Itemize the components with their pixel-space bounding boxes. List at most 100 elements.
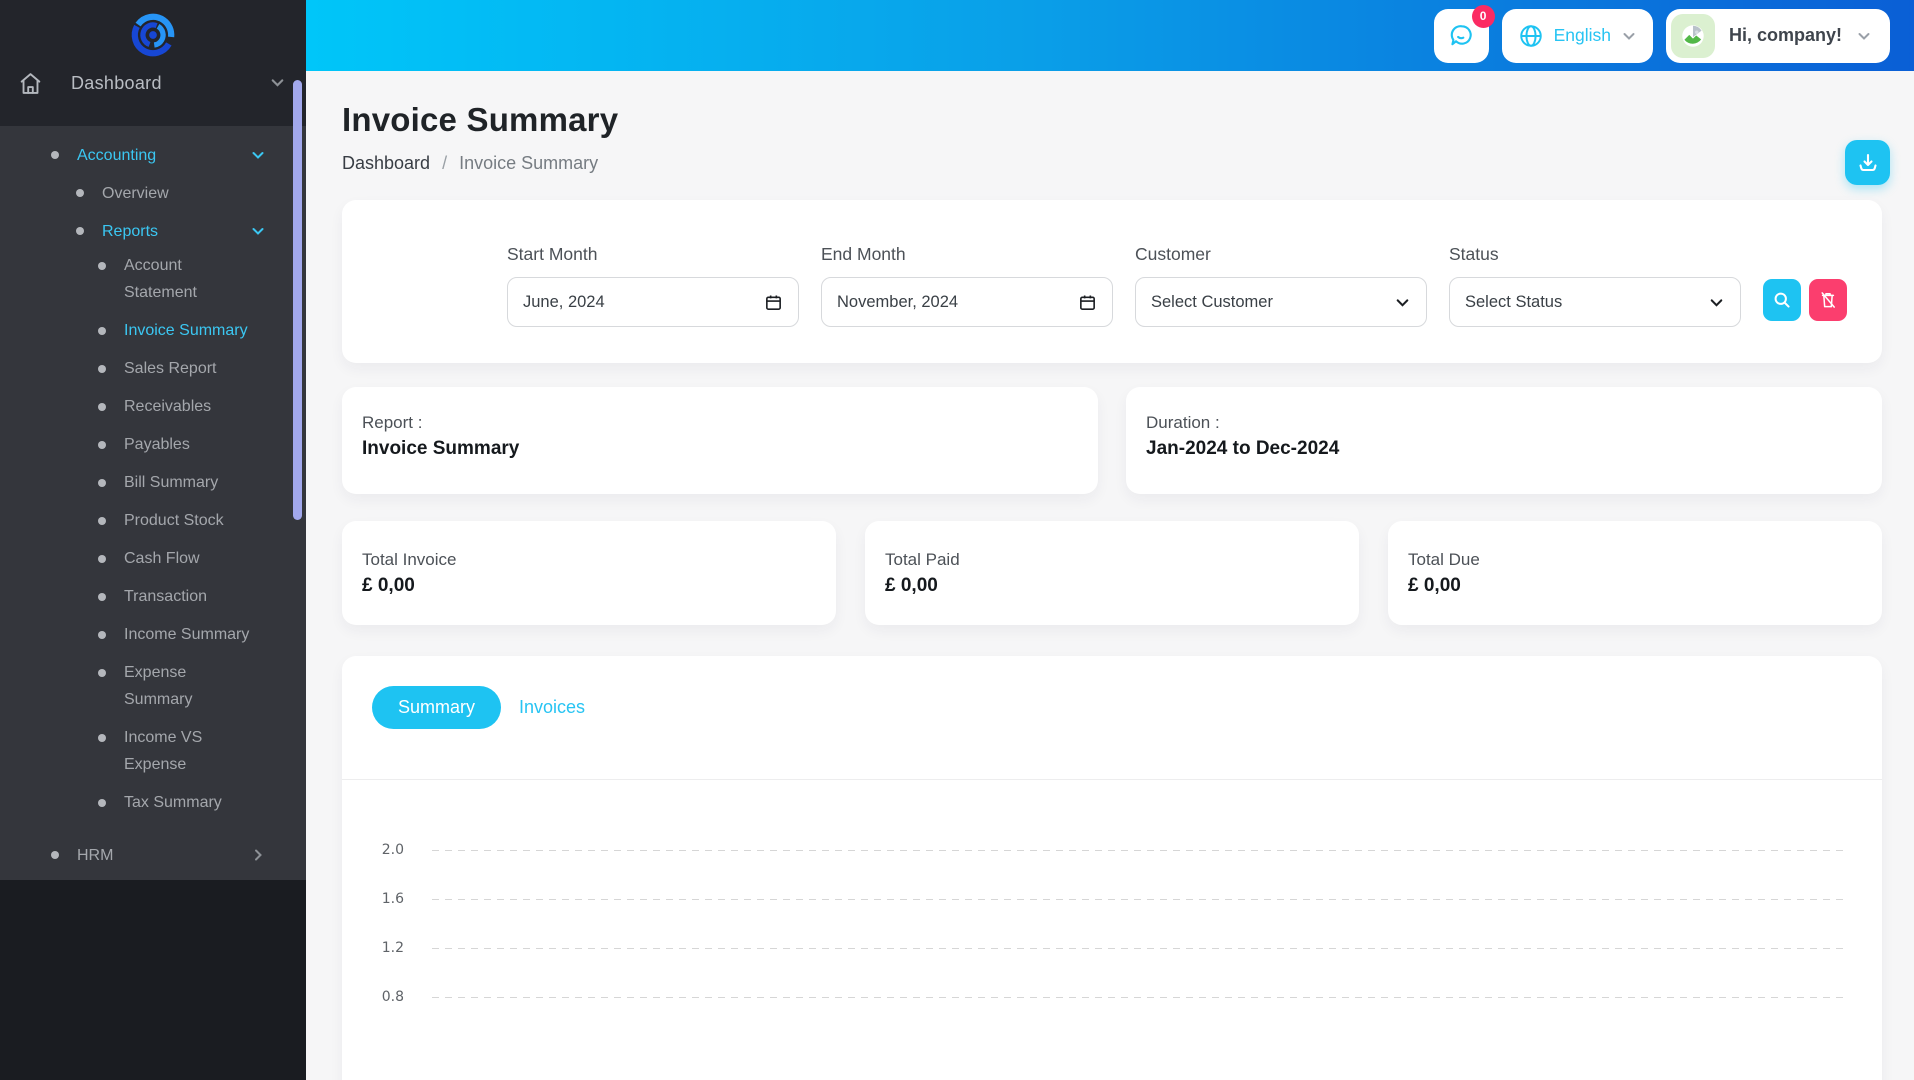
sidebar-item-payables[interactable]: Payables — [0, 431, 306, 458]
y-tick-label: 1.2 — [377, 940, 404, 956]
sidebar-item-tax-summary[interactable]: Tax Summary — [0, 789, 306, 816]
report-value: Invoice Summary — [362, 438, 1078, 460]
home-icon — [18, 71, 43, 96]
bullet-icon — [98, 555, 106, 563]
sidebar-item-product-stock[interactable]: Product Stock — [0, 507, 306, 534]
chevron-down-icon — [1621, 28, 1637, 44]
customer-field: Customer Select Customer — [1135, 244, 1427, 363]
language-selector[interactable]: English — [1502, 9, 1653, 63]
bullet-icon — [98, 631, 106, 639]
search-icon — [1772, 290, 1792, 310]
sidebar-item-reports[interactable]: Reports — [0, 216, 306, 246]
reset-filter-button[interactable] — [1809, 279, 1847, 321]
tabs-divider — [342, 779, 1882, 780]
chart-card: Summary Invoices Amount 2.0 1.6 1.2 0.8 — [342, 656, 1882, 1080]
topbar: 0 English Hi, company! — [306, 0, 1914, 71]
sidebar-item-cash-flow[interactable]: Cash Flow — [0, 545, 306, 572]
total-due-label: Total Due — [1408, 550, 1862, 570]
avatar-image-icon — [1678, 21, 1708, 51]
status-field: Status Select Status — [1449, 244, 1741, 363]
chart-gridline-row: 1.6 — [377, 889, 1845, 909]
bullet-icon — [98, 479, 106, 487]
profile-menu-button[interactable]: Hi, company! — [1666, 9, 1890, 63]
chevron-down-icon — [250, 223, 266, 239]
sidebar-header: Dashboard — [0, 0, 306, 126]
bullet-icon — [98, 734, 106, 742]
chart-gridline-row: 0.8 — [377, 987, 1845, 1007]
greeting-label: Hi, company! — [1729, 25, 1842, 46]
notifications-button[interactable]: 0 — [1434, 9, 1489, 63]
y-tick-label: 1.6 — [377, 891, 404, 907]
gridline — [432, 899, 1845, 900]
download-button[interactable] — [1845, 140, 1890, 185]
main-content: Invoice Summary Dashboard / Invoice Summ… — [306, 71, 1914, 1080]
breadcrumb-separator: / — [442, 153, 447, 174]
sidebar-item-income-vs-expense[interactable]: Income VS Expense — [0, 724, 306, 778]
sidebar-scrollbar[interactable] — [293, 80, 302, 520]
sidebar-item-transaction[interactable]: Transaction — [0, 583, 306, 610]
sidebar-item-accounting[interactable]: Accounting — [0, 140, 306, 170]
bullet-icon — [51, 851, 59, 859]
sidebar-item-hrm[interactable]: HRM — [0, 840, 306, 870]
y-tick-label: 2.0 — [377, 842, 404, 858]
tab-invoices[interactable]: Invoices — [519, 697, 585, 718]
sidebar-item-bill-summary[interactable]: Bill Summary — [0, 469, 306, 496]
bullet-icon — [98, 669, 106, 677]
chat-icon — [1448, 22, 1475, 49]
sidebar-item-receivables[interactable]: Receivables — [0, 393, 306, 420]
sidebar-item-overview[interactable]: Overview — [0, 178, 306, 208]
summary-info-row: Report : Invoice Summary Duration : Jan-… — [342, 387, 1882, 494]
total-invoice-value: £ 0,00 — [362, 575, 816, 597]
bullet-icon — [98, 441, 106, 449]
bullet-icon — [98, 799, 106, 807]
calendar-icon — [1078, 293, 1097, 312]
tab-summary[interactable]: Summary — [372, 686, 501, 729]
sidebar-item-income-summary[interactable]: Income Summary — [0, 621, 306, 648]
gridline — [432, 948, 1845, 949]
sidebar: Dashboard Accounting Overview Reports Ac… — [0, 0, 306, 1080]
logo-icon — [130, 12, 176, 58]
y-tick-label: 0.8 — [377, 989, 404, 1005]
app-logo[interactable] — [0, 0, 306, 58]
sidebar-item-dashboard[interactable]: Dashboard — [0, 60, 306, 106]
bullet-icon — [98, 403, 106, 411]
start-month-input[interactable]: June, 2024 — [507, 277, 799, 327]
bullet-icon — [98, 517, 106, 525]
total-paid-label: Total Paid — [885, 550, 1339, 570]
status-select[interactable]: Select Status — [1449, 277, 1741, 327]
end-month-input[interactable]: November, 2024 — [821, 277, 1113, 327]
total-paid-card: Total Paid £ 0,00 — [865, 521, 1359, 625]
chart-gridline-row: 2.0 — [377, 840, 1845, 860]
chevron-down-icon — [1394, 294, 1411, 311]
bullet-icon — [76, 227, 84, 235]
customer-label: Customer — [1135, 244, 1427, 265]
bullet-icon — [76, 189, 84, 197]
customer-value: Select Customer — [1151, 293, 1273, 312]
sidebar-item-expense-summary[interactable]: Expense Summary — [0, 659, 306, 713]
customer-select[interactable]: Select Customer — [1135, 277, 1427, 327]
sidebar-item-invoice-summary[interactable]: Invoice Summary — [0, 317, 306, 344]
chevron-down-icon — [1708, 294, 1725, 311]
sidebar-item-label: Dashboard — [71, 73, 162, 94]
chevron-down-icon — [250, 147, 266, 163]
total-invoice-label: Total Invoice — [362, 550, 816, 570]
notification-badge: 0 — [1472, 5, 1495, 28]
duration-value: Jan-2024 to Dec-2024 — [1146, 438, 1862, 460]
bullet-icon — [98, 262, 106, 270]
breadcrumb-dashboard-link[interactable]: Dashboard — [342, 153, 430, 174]
end-month-field: End Month November, 2024 — [821, 244, 1113, 363]
chevron-right-icon — [250, 847, 266, 863]
sidebar-item-account-statement[interactable]: Account Statement — [0, 252, 306, 306]
filter-card: Start Month June, 2024 End Month Novembe… — [342, 200, 1882, 363]
total-due-card: Total Due £ 0,00 — [1388, 521, 1882, 625]
start-month-label: Start Month — [507, 244, 799, 265]
stats-row: Total Invoice £ 0,00 Total Paid £ 0,00 T… — [342, 521, 1882, 625]
apply-filter-button[interactable] — [1763, 279, 1801, 321]
gridline — [432, 850, 1845, 851]
duration-card: Duration : Jan-2024 to Dec-2024 — [1126, 387, 1882, 494]
bullet-icon — [98, 327, 106, 335]
total-due-value: £ 0,00 — [1408, 575, 1862, 597]
clear-filter-icon — [1818, 290, 1838, 310]
language-label: English — [1554, 25, 1611, 46]
sidebar-item-sales-report[interactable]: Sales Report — [0, 355, 306, 382]
